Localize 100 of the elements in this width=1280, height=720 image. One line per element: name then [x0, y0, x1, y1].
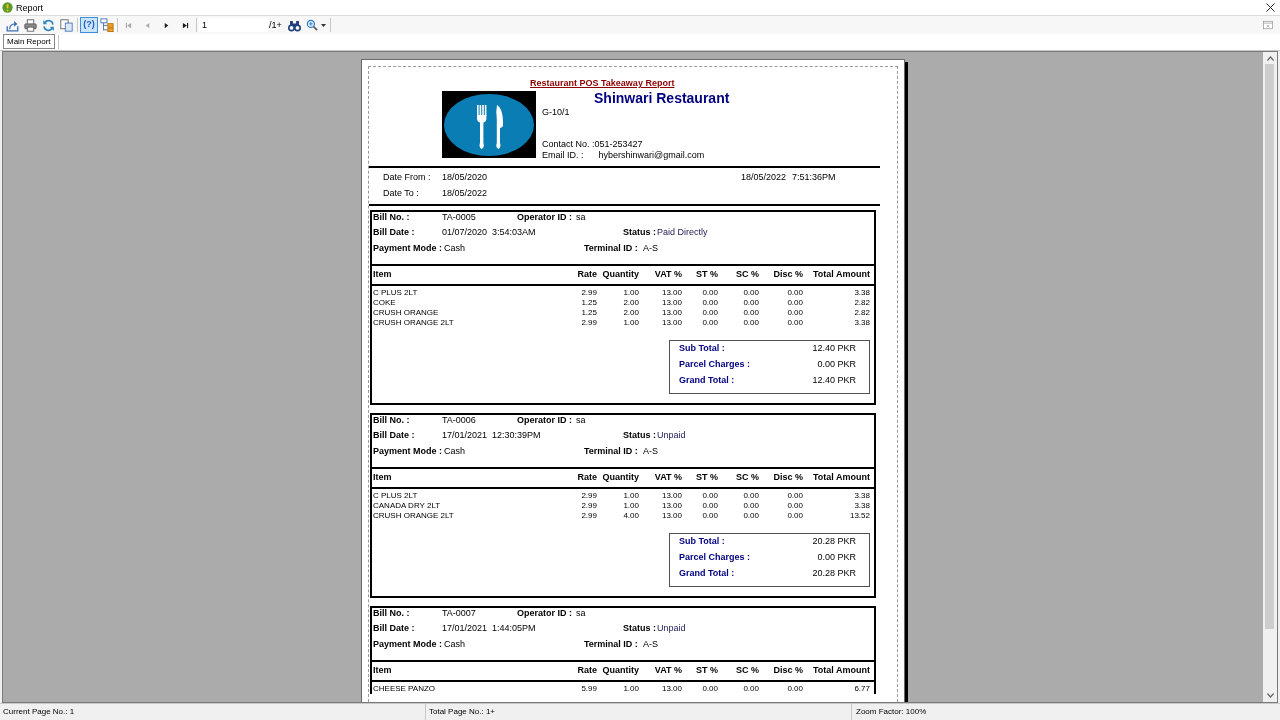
- field-value: 17/01/2021: [442, 623, 488, 634]
- table-cell: 3.38: [854, 288, 870, 297]
- total-label: Parcel Charges :: [679, 358, 751, 372]
- table-cell: 0.00: [702, 511, 718, 520]
- date-label: Date From :: [383, 172, 431, 183]
- column-header: Disc %: [773, 665, 803, 676]
- table-cell: CRUSH ORANGE: [373, 308, 439, 317]
- table-cell: 0.00: [787, 308, 803, 317]
- field-label: Bill Date :: [373, 623, 415, 634]
- caret-icon[interactable]: [320, 23, 326, 27]
- table-cell: 3.38: [854, 491, 870, 500]
- field-value: sa: [576, 413, 586, 427]
- column-header: ST %: [696, 472, 718, 483]
- column-header: SC %: [736, 665, 759, 676]
- table-cell: CANADA DRY 2LT: [373, 501, 441, 510]
- field-label: Status :: [623, 430, 656, 441]
- skip-forward-icon[interactable]: [182, 21, 189, 29]
- printed-time: 7:51:36PM: [792, 171, 836, 185]
- field-label: Terminal ID :: [584, 639, 638, 650]
- total-value: 12.40 PKR: [812, 374, 856, 388]
- total-label: Grand Total :: [679, 374, 735, 388]
- field-value: TA-0007: [442, 607, 476, 618]
- table-cell: 0.00: [702, 288, 718, 297]
- close-icon[interactable]: [1265, 3, 1275, 12]
- total-value: 0.00 PKR: [817, 551, 856, 565]
- restaurant-name: Shinwari Restaurant: [594, 91, 730, 106]
- status-text: Current Page No.: 1: [3, 706, 75, 718]
- vertical-scrollbar[interactable]: [1263, 52, 1277, 702]
- table-cell: 0.00: [702, 318, 718, 327]
- column-header: Total Amount: [813, 472, 870, 483]
- page-count: /1+: [269, 19, 282, 31]
- total-value: 12.40 PKR: [812, 342, 856, 356]
- column-header: Rate: [577, 269, 597, 280]
- table-cell: 13.00: [661, 684, 682, 693]
- table-cell: C PLUS 2LT: [373, 288, 418, 297]
- table-cell: 13.00: [661, 491, 682, 500]
- table-cell: 0.00: [743, 511, 759, 520]
- table-cell: 0.00: [787, 318, 803, 327]
- table-cell: 2.99: [581, 501, 597, 510]
- column-header: VAT %: [654, 269, 682, 280]
- field-value: 1:44:05PM: [492, 623, 536, 634]
- date-label: Date To :: [383, 188, 419, 199]
- table-cell: 2.82: [854, 308, 870, 317]
- table-cell: 13.00: [661, 511, 682, 520]
- field-value: Cash: [444, 638, 466, 652]
- table-cell: 0.00: [743, 298, 759, 307]
- table-cell: 13.52: [849, 511, 870, 520]
- column-header: VAT %: [654, 665, 682, 676]
- table-cell: 0.00: [743, 491, 759, 500]
- table-cell: 2.00: [623, 298, 639, 307]
- triangle-right-icon[interactable]: [163, 21, 170, 29]
- column-header: Disc %: [773, 269, 803, 280]
- field-value: Cash: [444, 242, 466, 256]
- date-value: 18/05/2022: [442, 188, 488, 199]
- table-cell: 13.00: [661, 288, 682, 297]
- field-value: A-S: [643, 445, 658, 459]
- total-label: Grand Total :: [679, 567, 735, 581]
- status-value: Unpaid: [657, 429, 686, 443]
- field-label: Bill No. :: [373, 211, 410, 222]
- column-header: Quantity: [602, 472, 639, 483]
- table-cell: 0.00: [787, 511, 803, 520]
- column-header: VAT %: [654, 472, 682, 483]
- zoom-icon[interactable]: [305, 19, 318, 31]
- table-cell: 3.38: [854, 501, 870, 510]
- column-header: Total Amount: [813, 269, 870, 280]
- table-cell: 13.00: [661, 501, 682, 510]
- column-header: Quantity: [602, 269, 639, 280]
- table-cell: 2.82: [854, 298, 870, 307]
- help-toggle[interactable]: (?): [80, 17, 98, 33]
- field-label: Terminal ID :: [584, 446, 638, 457]
- scrollbar-thumb[interactable]: [1265, 64, 1274, 629]
- table-cell: 0.00: [702, 298, 718, 307]
- table-cell: 0.00: [787, 298, 803, 307]
- table-cell: 0.00: [702, 308, 718, 317]
- table-cell: 0.00: [787, 501, 803, 510]
- table-cell: 0.00: [702, 501, 718, 510]
- total-label: Parcel Charges :: [679, 551, 751, 565]
- table-cell: 0.00: [743, 308, 759, 317]
- table-cell: COKE: [373, 298, 396, 307]
- field-value: A-S: [643, 242, 658, 256]
- table-cell: 0.00: [743, 288, 759, 297]
- total-label: Sub Total :: [679, 535, 725, 549]
- column-header: Item: [373, 472, 392, 483]
- page-number-field[interactable]: 1: [199, 18, 268, 32]
- column-header: Total Amount: [813, 665, 870, 676]
- table-cell: C PLUS 2LT: [373, 491, 418, 500]
- table-cell: 0.00: [743, 684, 759, 693]
- field-value: sa: [576, 606, 586, 620]
- field-label: Payment Mode :: [373, 242, 442, 256]
- column-header: SC %: [736, 269, 759, 280]
- table-cell: 6.77: [854, 684, 870, 693]
- table-cell: 3.38: [854, 318, 870, 327]
- table-cell: 2.99: [581, 318, 597, 327]
- status-text: Zoom Factor: 100%: [856, 706, 927, 718]
- table-cell: 1.00: [623, 288, 639, 297]
- total-label: Sub Total :: [679, 342, 725, 356]
- report-tab[interactable]: Main Report: [3, 34, 55, 49]
- field-label: Terminal ID :: [584, 243, 638, 254]
- status-value: Paid Directly: [657, 226, 708, 240]
- column-header: Rate: [577, 472, 597, 483]
